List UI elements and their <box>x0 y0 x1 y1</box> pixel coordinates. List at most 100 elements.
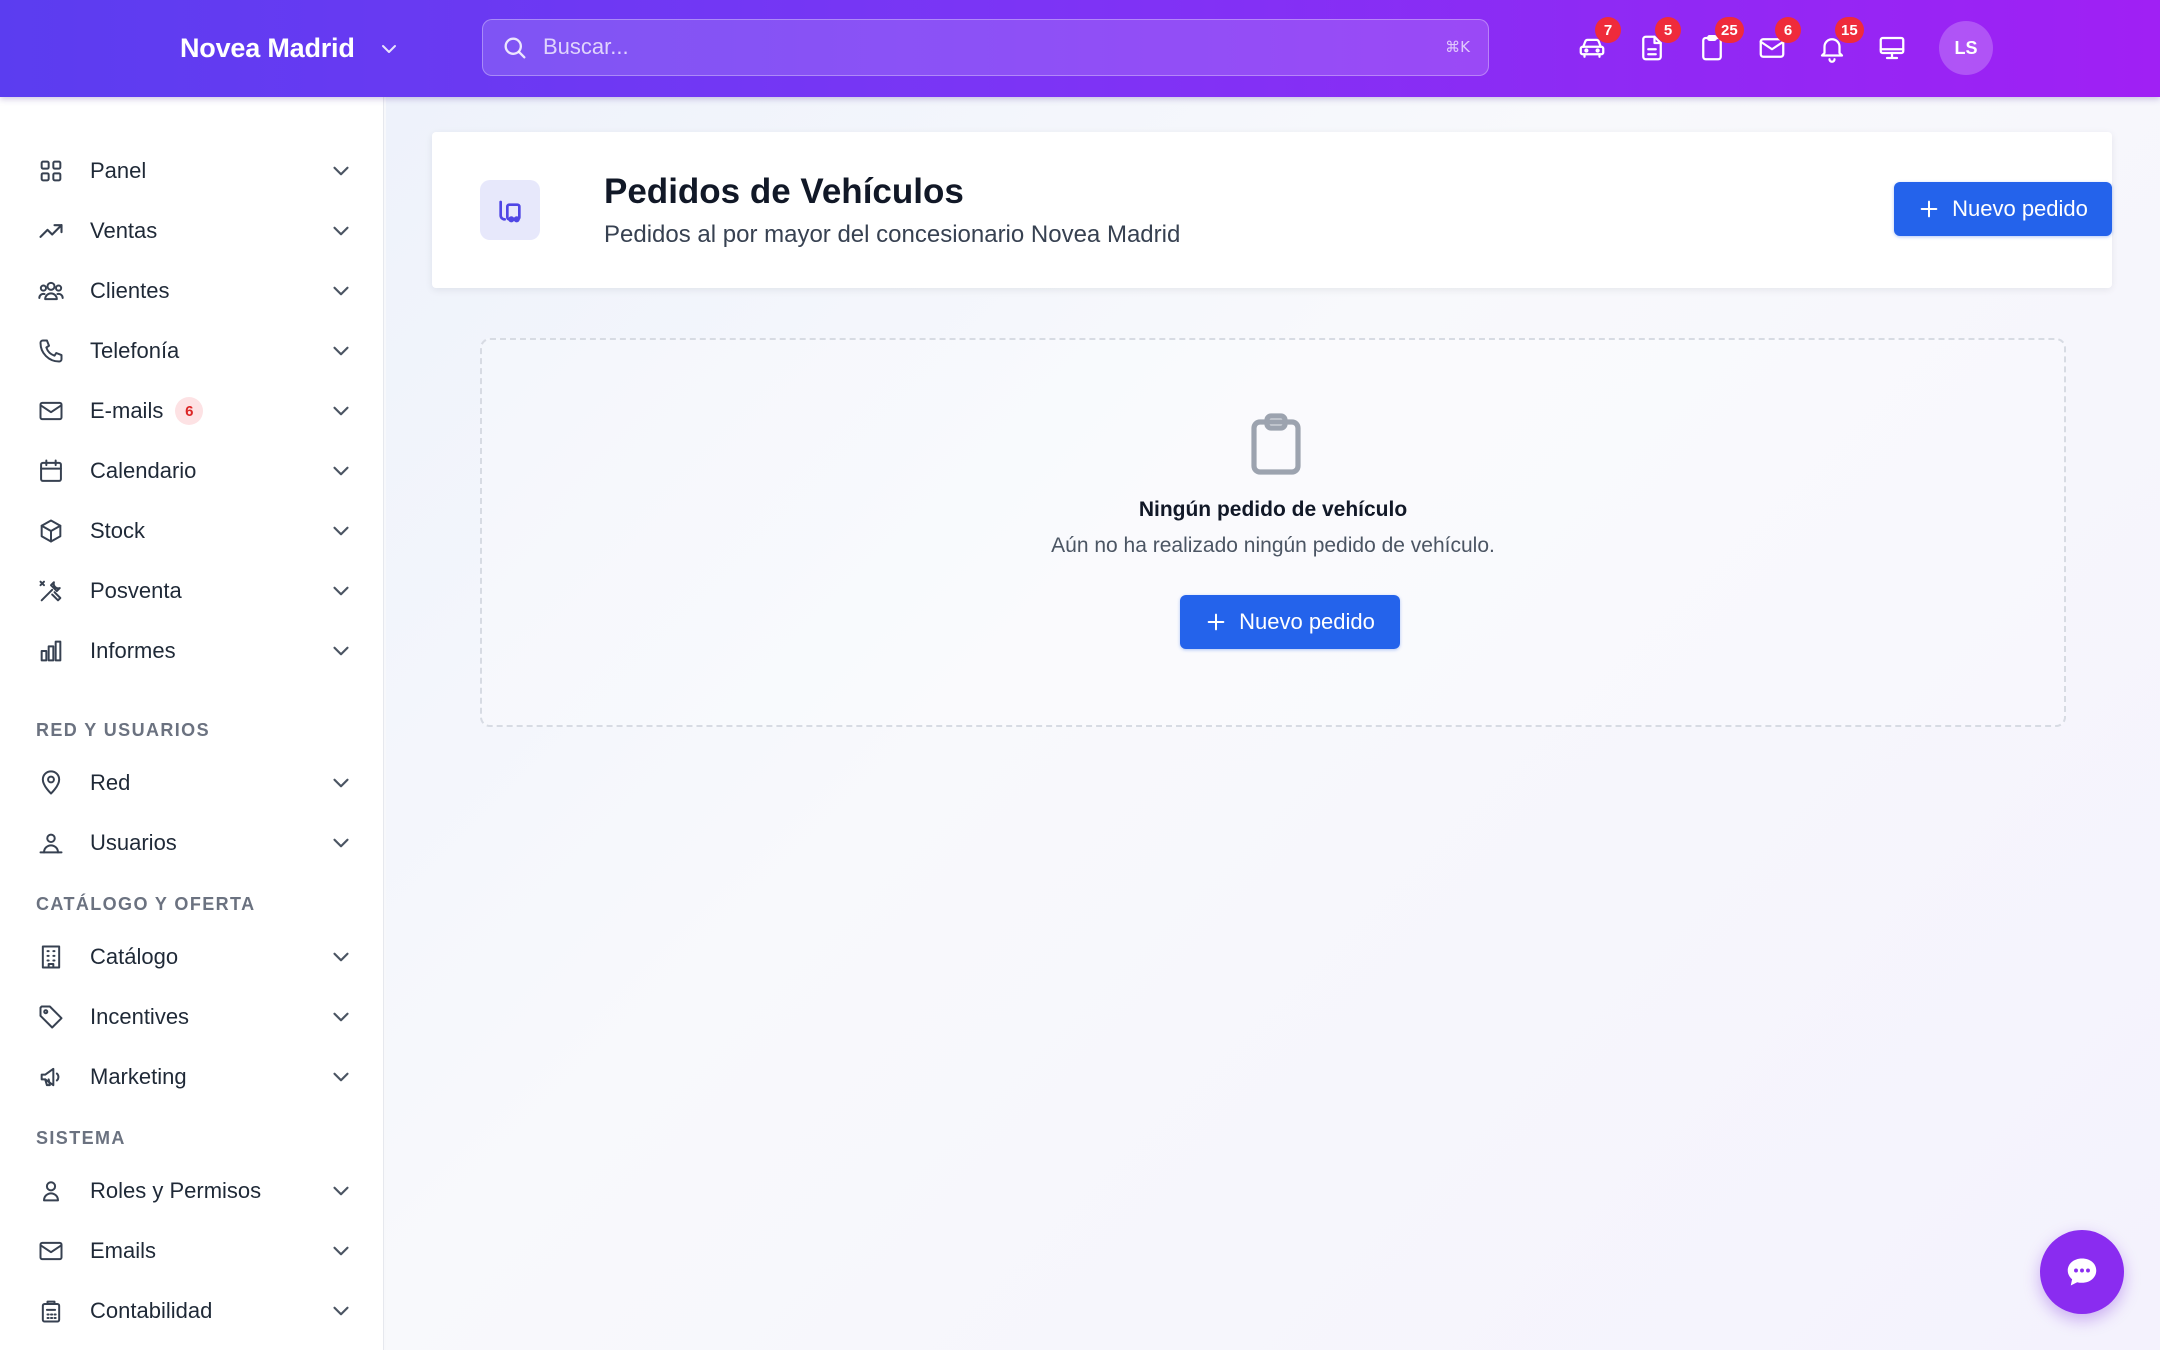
user-icon <box>43 1181 59 1202</box>
users-icon <box>38 281 64 301</box>
sidebar-item-ventas[interactable]: Ventas <box>36 206 354 256</box>
chevron-down-icon <box>333 346 349 356</box>
dealer-switcher[interactable]: Novea Madrid <box>180 0 401 97</box>
chevron-down-icon <box>333 778 349 788</box>
sidebar-item-roles-permisos[interactable]: Roles y Permisos <box>36 1166 354 1216</box>
sidebar-item-label: E-mails <box>90 398 164 423</box>
sidebar-item-usuarios[interactable]: Usuarios <box>36 818 354 868</box>
page-title: Pedidos de Vehículos <box>604 172 964 211</box>
trending-up-icon <box>39 224 63 238</box>
box-icon <box>40 519 62 543</box>
sidebar-item-label: Clientes <box>90 278 170 303</box>
chevron-down-icon <box>333 286 349 296</box>
order-icon <box>499 200 521 223</box>
building-icon <box>41 945 61 969</box>
sidebar-item-label: Roles y Permisos <box>90 1178 262 1203</box>
sidebar-item-posventa[interactable]: Posventa <box>36 566 354 616</box>
sidebar-item-label: Emails <box>90 1238 157 1263</box>
search-box: ⌘K <box>482 19 1489 76</box>
chevron-down-icon <box>333 646 349 656</box>
sidebar-item-label: Red <box>90 770 131 795</box>
empty-state: Ningún pedido de vehículo Aún no ha real… <box>480 338 2066 727</box>
notifications-badge: 15 <box>1835 17 1864 43</box>
page-header: Pedidos de Vehículos Pedidos al por mayo… <box>432 132 2112 288</box>
search-input[interactable] <box>543 20 1403 74</box>
sidebar-item-red[interactable]: Red <box>36 758 354 808</box>
sidebar-item-label: Panel <box>90 158 147 183</box>
search-icon <box>504 37 526 59</box>
empty-state-title: Ningún pedido de vehículo <box>1138 498 1408 521</box>
section-label-catalogo-oferta: CATÁLOGO Y OFERTA <box>36 894 256 914</box>
sidebar-item-label: Catálogo <box>90 944 179 969</box>
section-label-sistema: SISTEMA <box>36 1128 126 1148</box>
section-label-red-usuarios: RED Y USUARIOS <box>36 720 210 740</box>
sidebar-item-label: Telefonía <box>90 338 180 363</box>
sidebar-item-panel[interactable]: Panel <box>36 146 354 196</box>
chevron-down-icon <box>333 1246 349 1256</box>
chevron-down-icon <box>333 166 349 176</box>
sidebar-item-catalogo[interactable]: Catálogo <box>36 932 354 982</box>
new-order-label: Nuevo pedido <box>1952 196 2088 221</box>
sidebar-item-incentives[interactable]: Incentives <box>36 992 354 1042</box>
chevron-down-icon <box>333 1012 349 1022</box>
mail-icon <box>39 1241 63 1261</box>
tools-icon <box>39 580 62 602</box>
chevron-down-icon <box>381 44 396 53</box>
sidebar-item-label: Marketing <box>90 1064 187 1089</box>
sidebar-item-stock[interactable]: Stock <box>36 506 354 556</box>
user-avatar[interactable]: LS <box>1939 21 1993 75</box>
sidebar-item-label: Ventas <box>90 218 158 243</box>
sidebar-item-label: Incentives <box>90 1004 190 1029</box>
chevron-down-icon <box>333 226 349 236</box>
sidebar-item-label: Posventa <box>90 578 182 603</box>
notifications-button[interactable]: 15 <box>1810 17 1864 74</box>
chevron-down-icon <box>333 1306 349 1316</box>
sidebar-item-label: Informes <box>90 638 176 663</box>
sidebar-item-label: Calendario <box>90 458 197 483</box>
sidebar-item-marketing[interactable]: Marketing <box>36 1052 354 1102</box>
chevron-down-icon <box>333 466 349 476</box>
chevron-down-icon <box>333 952 349 962</box>
phone-icon <box>39 339 63 363</box>
sidebar-item-contabilidad[interactable]: Contabilidad <box>36 1286 354 1336</box>
sidebar-item-label: Stock <box>90 518 146 543</box>
chat-button[interactable] <box>2040 1230 2124 1314</box>
vehicles-badge: 7 <box>1595 17 1621 43</box>
tag-icon <box>39 1005 63 1029</box>
sidebar-item-informes[interactable]: Informes <box>36 626 354 676</box>
orders-badge: 25 <box>1715 17 1744 43</box>
chevron-down-icon <box>333 1072 349 1082</box>
vehicles-button[interactable]: 7 <box>1570 17 1621 74</box>
new-order-button[interactable]: Nuevo pedido <box>1894 182 2112 236</box>
display-button[interactable] <box>1870 22 1914 74</box>
page-subtitle: Pedidos al por mayor del concesionario N… <box>604 221 1181 248</box>
sidebar-item-label: Usuarios <box>90 830 177 855</box>
empty-new-order-button[interactable]: Nuevo pedido <box>1180 595 1400 649</box>
clipboard-icon <box>1251 413 1301 475</box>
sidebar: Panel Ventas Clientes Telefonía E-mails … <box>0 97 384 1350</box>
plus-icon <box>1920 200 1938 218</box>
chevron-down-icon <box>333 526 349 536</box>
sidebar-item-calendario[interactable]: Calendario <box>36 446 354 496</box>
plus-icon <box>1207 613 1225 631</box>
calendar-icon <box>40 459 62 482</box>
page-icon <box>480 180 540 240</box>
grid-icon <box>40 160 62 182</box>
dealer-name: Novea Madrid <box>180 33 355 63</box>
chat-icon <box>2067 1258 2097 1286</box>
empty-state-text: Aún no ha realizado ningún pedido de veh… <box>1051 534 1495 557</box>
megaphone-icon <box>40 1067 60 1087</box>
emails-count-badge: 6 <box>175 397 204 425</box>
chevron-down-icon <box>333 1186 349 1196</box>
sidebar-item-emails[interactable]: E-mails 6 <box>36 386 354 436</box>
orders-button[interactable]: 25 <box>1690 17 1744 74</box>
empty-new-order-label: Nuevo pedido <box>1239 609 1375 634</box>
mail-button[interactable]: 6 <box>1750 17 1801 74</box>
monitor-icon <box>1879 36 1905 60</box>
sidebar-item-emails-system[interactable]: Emails <box>36 1226 354 1276</box>
sidebar-item-clientes[interactable]: Clientes <box>36 266 354 316</box>
top-bar: Novea Madrid ⌘K 7 5 25 6 15 L <box>0 0 2160 97</box>
sidebar-item-telefonia[interactable]: Telefonía <box>36 326 354 376</box>
documents-button[interactable]: 5 <box>1630 17 1681 74</box>
top-actions: 7 5 25 6 15 <box>1570 17 1914 74</box>
